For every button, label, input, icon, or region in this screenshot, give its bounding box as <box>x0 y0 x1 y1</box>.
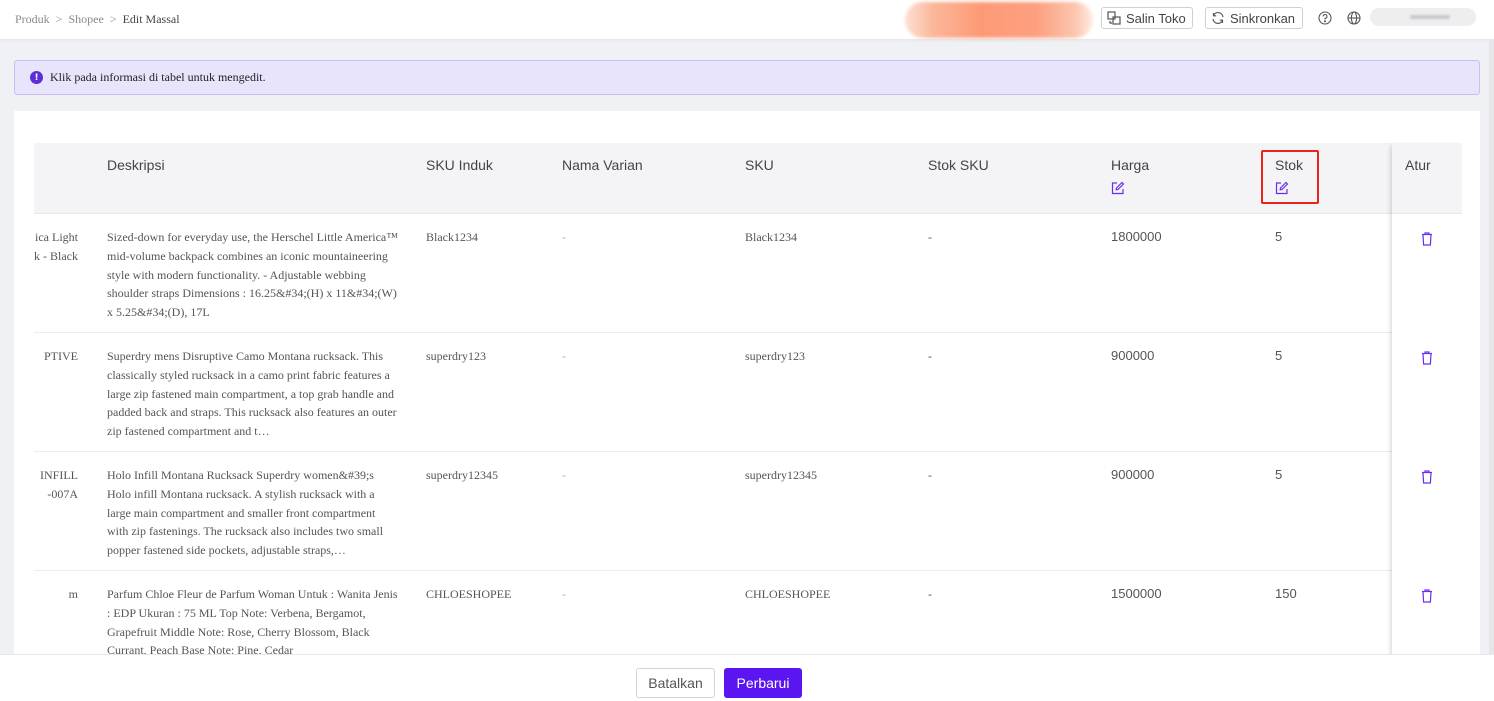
harga-cell[interactable]: 900000 <box>1111 347 1154 366</box>
sku-cell[interactable]: Black1234 <box>745 228 797 247</box>
column-header-atur: Atur <box>1405 157 1431 173</box>
bulk-edit-table-card: Deskripsi SKU Induk Nama Varian SKU Stok… <box>14 111 1480 654</box>
table-row[interactable]: ica Light k - Black Sized-down for every… <box>34 214 1392 333</box>
copy-store-label: Salin Toko <box>1126 10 1186 26</box>
breadcrumb-item-shopee[interactable]: Shopee <box>68 12 103 27</box>
harga-cell[interactable]: 1800000 <box>1111 228 1162 247</box>
stok-sku-cell[interactable]: - <box>928 585 932 604</box>
harga-cell[interactable]: 1500000 <box>1111 585 1162 604</box>
info-banner: ! Klik pada informasi di tabel untuk men… <box>14 60 1480 95</box>
nama-varian-cell[interactable]: - <box>562 466 566 485</box>
copy-store-button[interactable]: Salin Toko <box>1101 7 1193 29</box>
sync-icon <box>1212 12 1224 24</box>
table-row[interactable]: PTIVE Superdry mens Disruptive Camo Mont… <box>34 333 1392 452</box>
column-header-nama-varian: Nama Varian <box>562 157 643 173</box>
stok-column-highlight-box <box>1261 150 1319 204</box>
stok-cell[interactable]: 5 <box>1275 466 1282 485</box>
top-bar: Produk > Shopee > Edit Massal Salin Toko… <box>0 0 1494 40</box>
update-button[interactable]: Perbarui <box>724 668 802 698</box>
product-name-line: 007A- <box>47 486 78 501</box>
column-header-deskripsi: Deskripsi <box>107 157 165 173</box>
description-cell[interactable]: Holo Infill Montana Rucksack Superdry wo… <box>107 466 399 560</box>
blurred-account-name[interactable] <box>905 2 1093 38</box>
description-cell[interactable]: Parfum Chloe Fleur de Parfum Woman Untuk… <box>107 585 399 654</box>
help-icon[interactable] <box>1318 11 1332 25</box>
info-icon: ! <box>30 71 43 84</box>
bulk-edit-harga-icon[interactable] <box>1111 181 1125 195</box>
harga-cell[interactable]: 900000 <box>1111 466 1154 485</box>
breadcrumb: Produk > Shopee > Edit Massal <box>15 12 180 27</box>
column-header-harga: Harga <box>1111 157 1150 173</box>
delete-row-icon[interactable] <box>1421 351 1433 365</box>
table-row[interactable]: m Parfum Chloe Fleur de Parfum Woman Unt… <box>34 571 1392 654</box>
table-row[interactable]: INFILL 007A- Holo Infill Montana Rucksac… <box>34 452 1392 571</box>
description-cell[interactable]: Sized-down for everyday use, the Hersche… <box>107 228 399 322</box>
description-cell[interactable]: Superdry mens Disruptive Camo Montana ru… <box>107 347 399 441</box>
nama-varian-cell[interactable]: - <box>562 228 566 247</box>
stok-sku-cell[interactable]: - <box>928 347 932 366</box>
copy-store-icon <box>1107 11 1121 25</box>
sku-cell[interactable]: superdry12345 <box>745 466 817 485</box>
stok-cell[interactable]: 5 <box>1275 228 1282 247</box>
product-name-line: INFILL <box>40 468 78 482</box>
product-name-line: PTIVE <box>44 349 78 363</box>
nama-varian-cell[interactable]: - <box>562 585 566 604</box>
product-name-cell[interactable]: INFILL 007A- <box>14 466 78 504</box>
breadcrumb-item-current: Edit Massal <box>122 12 180 26</box>
product-name-cell[interactable]: ica Light k - Black <box>14 228 78 266</box>
product-name-line: ica Light <box>35 230 78 244</box>
delete-row-icon[interactable] <box>1421 232 1433 246</box>
sku-cell[interactable]: superdry123 <box>745 347 805 366</box>
nama-varian-cell[interactable]: - <box>562 347 566 366</box>
product-name-line: k - Black <box>34 248 78 263</box>
stok-cell[interactable]: 5 <box>1275 347 1282 366</box>
sync-label: Sinkronkan <box>1230 10 1296 26</box>
column-header-atur-cell: Atur <box>1392 143 1462 214</box>
delete-row-icon[interactable] <box>1421 470 1433 484</box>
product-name-line: m <box>68 587 78 601</box>
column-header-sku-induk: SKU Induk <box>426 157 493 173</box>
sync-button[interactable]: Sinkronkan <box>1205 7 1303 29</box>
sku-cell[interactable]: CHLOESHOPEE <box>745 585 830 604</box>
info-text: Klik pada informasi di tabel untuk menge… <box>50 70 266 84</box>
stok-sku-cell[interactable]: - <box>928 466 932 485</box>
globe-icon[interactable] <box>1347 11 1361 25</box>
delete-row-icon[interactable] <box>1421 589 1433 603</box>
stok-sku-cell[interactable]: - <box>928 228 932 247</box>
footer-action-bar: Batalkan Perbarui <box>0 654 1494 701</box>
sku-induk-cell[interactable]: superdry12345 <box>426 466 498 485</box>
cancel-button[interactable]: Batalkan <box>636 668 715 698</box>
product-name-cell[interactable]: m <box>14 585 78 604</box>
column-header-sku: SKU <box>745 157 774 173</box>
breadcrumb-separator: > <box>55 12 63 26</box>
breadcrumb-item-produk[interactable]: Produk <box>15 12 50 27</box>
sku-induk-cell[interactable]: CHLOESHOPEE <box>426 585 511 604</box>
blurred-language-selector[interactable] <box>1370 8 1476 26</box>
table-header: Deskripsi SKU Induk Nama Varian SKU Stok… <box>34 143 1462 214</box>
breadcrumb-separator: > <box>109 12 117 26</box>
column-header-stok-sku: Stok SKU <box>928 157 989 173</box>
sku-induk-cell[interactable]: Black1234 <box>426 228 478 247</box>
stok-cell[interactable]: 150 <box>1275 585 1297 604</box>
product-name-cell[interactable]: PTIVE <box>14 347 78 366</box>
sku-induk-cell[interactable]: superdry123 <box>426 347 486 366</box>
page-scrollbar[interactable] <box>1489 40 1494 654</box>
fixed-action-column: Atur <box>1392 143 1462 654</box>
